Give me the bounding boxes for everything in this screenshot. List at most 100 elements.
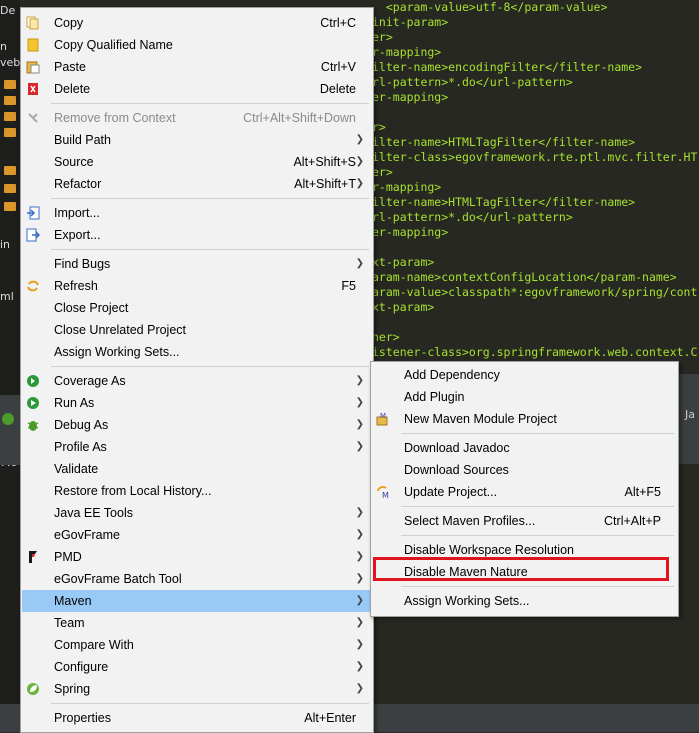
- debug-icon: [27, 421, 39, 431]
- bug-icon[interactable]: [2, 413, 14, 425]
- menu-item-new-maven-module[interactable]: M New Maven Module Project: [372, 408, 677, 430]
- menu-item-add-dependency[interactable]: Add Dependency: [372, 364, 677, 386]
- import-icon: [27, 206, 40, 220]
- code-line: rl-pattern>*.do</url-pattern>: [372, 75, 573, 89]
- context-menu: Copy Ctrl+C Copy Qualified Name Paste Ctrl…: [20, 7, 374, 733]
- menu-separator: [51, 249, 369, 250]
- menu-item-update-project[interactable]: M Update Project... Alt+F5: [372, 481, 677, 503]
- menu-item-assign-working-sets[interactable]: Assign Working Sets...: [22, 341, 372, 363]
- submenu-arrow-icon: ❯: [355, 178, 364, 189]
- code-line: init-param>: [372, 15, 449, 29]
- menu-item-close-project[interactable]: Close Project: [22, 297, 372, 319]
- submenu-arrow-icon: ❯: [355, 529, 364, 540]
- code-line: xt-param>: [372, 300, 435, 314]
- menu-item-restore-local-history[interactable]: Restore from Local History...: [22, 480, 372, 502]
- menu-item-team[interactable]: Team ❯: [22, 612, 372, 634]
- menu-item-copy[interactable]: Copy Ctrl+C: [22, 12, 372, 34]
- menu-item-profile-as[interactable]: Profile As ❯: [22, 436, 372, 458]
- menu-item-egovframe-batch-tool[interactable]: eGovFrame Batch Tool ❯: [22, 568, 372, 590]
- menu-item-debug-as[interactable]: Debug As ❯: [22, 414, 372, 436]
- menu-item-java-ee-tools[interactable]: Java EE Tools ❯: [22, 502, 372, 524]
- menu-item-remove-from-context[interactable]: Remove from Context Ctrl+Alt+Shift+Down: [22, 107, 372, 129]
- code-line: <param-value>utf-8</param-value>: [372, 0, 608, 14]
- pmd-icon: [29, 551, 37, 563]
- code-line: rl-pattern>*.do</url-pattern>: [372, 210, 573, 224]
- submenu-arrow-icon: ❯: [355, 573, 364, 584]
- menu-separator: [401, 535, 674, 536]
- submenu-arrow-icon: ❯: [355, 661, 364, 672]
- menu-separator: [401, 433, 674, 434]
- menu-separator: [401, 586, 674, 587]
- menu-item-refactor[interactable]: Refactor Alt+Shift+T ❯: [22, 173, 372, 195]
- coverage-icon: [27, 375, 39, 387]
- menu-item-find-bugs[interactable]: Find Bugs ❯: [22, 253, 372, 275]
- menu-item-copy-qualified-name[interactable]: Copy Qualified Name: [22, 34, 372, 56]
- menu-item-delete[interactable]: Delete Delete: [22, 78, 372, 100]
- code-line: aram-value>classpath*:egovframework/spri…: [372, 285, 698, 299]
- submenu-arrow-icon: ❯: [355, 551, 364, 562]
- menu-item-properties[interactable]: Properties Alt+Enter: [22, 707, 372, 729]
- view-tab-fragment: Ja: [685, 408, 695, 421]
- submenu-arrow-icon: ❯: [355, 595, 364, 606]
- code-line: ilter-name>HTMLTagFilter</filter-name>: [372, 195, 636, 209]
- folder-icon: [4, 202, 16, 211]
- code-line: er-mapping>: [372, 225, 449, 239]
- menu-item-maven[interactable]: Maven ❯: [22, 590, 372, 612]
- folder-icon: [4, 96, 16, 105]
- folder-icon: [4, 166, 16, 175]
- tree-label-fragment: in: [0, 238, 11, 251]
- folder-icon: [4, 112, 16, 121]
- menu-item-add-plugin[interactable]: Add Plugin: [372, 386, 677, 408]
- menu-item-select-maven-profiles[interactable]: Select Maven Profiles... Ctrl+Alt+P: [372, 510, 677, 532]
- folder-icon: [4, 80, 16, 89]
- code-line: aram-name>contextConfigLocation</param-n…: [372, 270, 677, 284]
- export-icon: [26, 228, 40, 242]
- menu-item-pmd[interactable]: PMD ❯: [22, 546, 372, 568]
- submenu-arrow-icon: ❯: [355, 258, 364, 269]
- spring-leaf-icon: [27, 683, 39, 695]
- code-line: istener-class>org.springframework.web.co…: [372, 345, 698, 359]
- menu-item-compare-with[interactable]: Compare With ❯: [22, 634, 372, 656]
- submenu-arrow-icon: ❯: [355, 507, 364, 518]
- code-line: ilter-class>egovframework.rte.ptl.mvc.fi…: [372, 150, 698, 164]
- menu-item-import[interactable]: Import...: [22, 202, 372, 224]
- folder-icon: [4, 184, 16, 193]
- paste-icon: [26, 61, 40, 74]
- submenu-arrow-icon: ❯: [355, 397, 364, 408]
- menu-item-download-javadoc[interactable]: Download Javadoc: [372, 437, 677, 459]
- menu-item-source[interactable]: Source Alt+Shift+S ❯: [22, 151, 372, 173]
- submenu-arrow-icon: ❯: [355, 441, 364, 452]
- submenu-arrow-icon: ❯: [355, 639, 364, 650]
- menu-item-download-sources[interactable]: Download Sources: [372, 459, 677, 481]
- annotation-highlight-box: [373, 557, 669, 581]
- refresh-icon: [27, 280, 39, 292]
- code-line: r-mapping>: [372, 45, 442, 59]
- menu-separator: [401, 506, 674, 507]
- code-line: er>: [372, 30, 393, 44]
- menu-item-close-unrelated-project[interactable]: Close Unrelated Project: [22, 319, 372, 341]
- tree-label-fragment: veb: [0, 56, 21, 69]
- menu-item-refresh[interactable]: Refresh F5: [22, 275, 372, 297]
- menu-item-assign-working-sets-maven[interactable]: Assign Working Sets...: [372, 590, 677, 612]
- menu-item-egovframe[interactable]: eGovFrame ❯: [22, 524, 372, 546]
- menu-item-configure[interactable]: Configure ❯: [22, 656, 372, 678]
- menu-item-spring[interactable]: Spring ❯: [22, 678, 372, 700]
- menu-item-coverage-as[interactable]: Coverage As ❯: [22, 370, 372, 392]
- folder-icon: [4, 128, 16, 137]
- menu-item-run-as[interactable]: Run As ❯: [22, 392, 372, 414]
- menu-separator: [51, 703, 369, 704]
- menu-item-build-path[interactable]: Build Path ❯: [22, 129, 372, 151]
- submenu-arrow-icon: ❯: [355, 617, 364, 628]
- menu-item-export[interactable]: Export...: [22, 224, 372, 246]
- panel-title-fragment: De: [0, 4, 16, 17]
- maven-update-icon: M: [377, 485, 389, 499]
- project-explorer-strip: De n veb in ml 7.0: [0, 0, 20, 732]
- menu-item-paste[interactable]: Paste Ctrl+V: [22, 56, 372, 78]
- menu-separator: [51, 103, 369, 104]
- code-line: ilter-name>encodingFilter</filter-name>: [372, 60, 643, 74]
- tree-label-fragment: n: [0, 40, 7, 53]
- menu-item-validate[interactable]: Validate: [22, 458, 372, 480]
- submenu-arrow-icon: ❯: [355, 134, 364, 145]
- bug-toolbar: [0, 395, 20, 465]
- svg-text:M: M: [382, 491, 389, 499]
